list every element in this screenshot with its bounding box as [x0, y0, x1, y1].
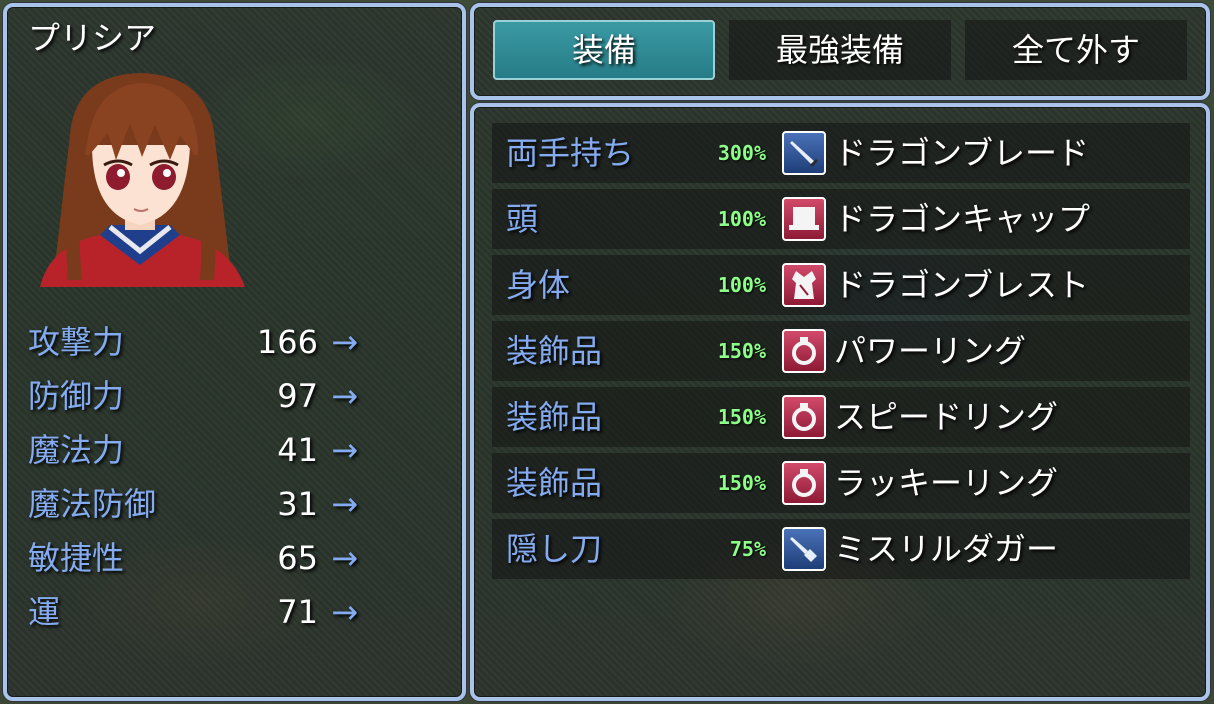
equip-slot-row[interactable]: 隠し刀 75% ミスリルダガー: [492, 519, 1190, 579]
stat-label: 運: [28, 593, 61, 631]
ring-icon: [782, 329, 826, 373]
stat-label: 魔法力: [28, 431, 125, 469]
stat-value: 71: [277, 593, 318, 631]
slot-percent: 100%: [717, 207, 766, 231]
stat-value: 166: [256, 323, 318, 361]
right-arrow-icon: →: [331, 377, 358, 415]
equip-slot-row[interactable]: 両手持ち 300% ドラゴンブレード: [492, 123, 1190, 183]
slot-type-label: 隠し刀: [506, 530, 603, 568]
slot-percent: 150%: [717, 405, 766, 429]
stat-row-defense: 防御力 97 →: [28, 371, 368, 421]
equip-slot-row[interactable]: 身体 100% ドラゴンブレスト: [492, 255, 1190, 315]
slot-percent: 300%: [717, 141, 766, 165]
right-arrow-icon: →: [331, 593, 358, 631]
right-arrow-icon: →: [331, 539, 358, 577]
right-arrow-icon: →: [331, 485, 358, 523]
ring-icon: [782, 395, 826, 439]
stat-value: 31: [277, 485, 318, 523]
equip-slot-row[interactable]: 装飾品 150% スピードリング: [492, 387, 1190, 447]
equipped-item-name: ラッキーリング: [834, 464, 1059, 502]
slot-type-label: 装飾品: [506, 332, 603, 370]
slot-percent: 75%: [729, 537, 766, 561]
slot-percent: 150%: [717, 339, 766, 363]
slot-percent: 150%: [717, 471, 766, 495]
anime-girl-portrait-icon: [40, 73, 245, 287]
actor-portrait: [30, 65, 250, 287]
stat-row-agility: 敏捷性 65 →: [28, 533, 368, 583]
actor-name: プリシア: [28, 19, 157, 57]
slot-type-label: 装飾品: [506, 464, 603, 502]
equip-command-button[interactable]: 装備: [493, 20, 715, 80]
stat-label: 魔法防御: [28, 485, 157, 523]
dagger-icon: [782, 527, 826, 571]
stat-value: 41: [277, 431, 318, 469]
slot-type-label: 両手持ち: [506, 134, 635, 172]
slot-percent: 100%: [717, 273, 766, 297]
slot-type-label: 装飾品: [506, 398, 603, 436]
sword-icon: [782, 131, 826, 175]
clear-all-command-button[interactable]: 全て外す: [965, 20, 1187, 80]
armor-icon: [782, 263, 826, 307]
stat-row-luck: 運 71 →: [28, 587, 368, 637]
equipped-item-name: ミスリルダガー: [834, 530, 1059, 568]
equip-slot-row[interactable]: 装飾品 150% パワーリング: [492, 321, 1190, 381]
right-arrow-icon: →: [331, 323, 358, 361]
slot-type-label: 頭: [506, 200, 539, 238]
stat-value: 97: [277, 377, 318, 415]
cap-icon: [782, 197, 826, 241]
stat-row-attack: 攻撃力 166 →: [28, 317, 368, 367]
right-arrow-icon: →: [331, 431, 358, 469]
equipped-item-name: ドラゴンブレード: [834, 134, 1090, 172]
equipped-item-name: スピードリング: [834, 398, 1059, 436]
ring-icon: [782, 461, 826, 505]
stat-value: 65: [277, 539, 318, 577]
stat-row-magic-attack: 魔法力 41 →: [28, 425, 368, 475]
equipped-item-name: ドラゴンブレスト: [834, 266, 1090, 304]
slot-type-label: 身体: [506, 266, 571, 304]
stat-label: 防御力: [28, 377, 125, 415]
equip-slot-row[interactable]: 装飾品 150% ラッキーリング: [492, 453, 1190, 513]
equipped-item-name: パワーリング: [834, 332, 1027, 370]
stat-label: 敏捷性: [28, 539, 125, 577]
equip-slot-row[interactable]: 頭 100% ドラゴンキャップ: [492, 189, 1190, 249]
stat-row-magic-defense: 魔法防御 31 →: [28, 479, 368, 529]
equipped-item-name: ドラゴンキャップ: [834, 200, 1091, 238]
optimize-command-button[interactable]: 最強装備: [729, 20, 951, 80]
stat-label: 攻撃力: [28, 323, 125, 361]
